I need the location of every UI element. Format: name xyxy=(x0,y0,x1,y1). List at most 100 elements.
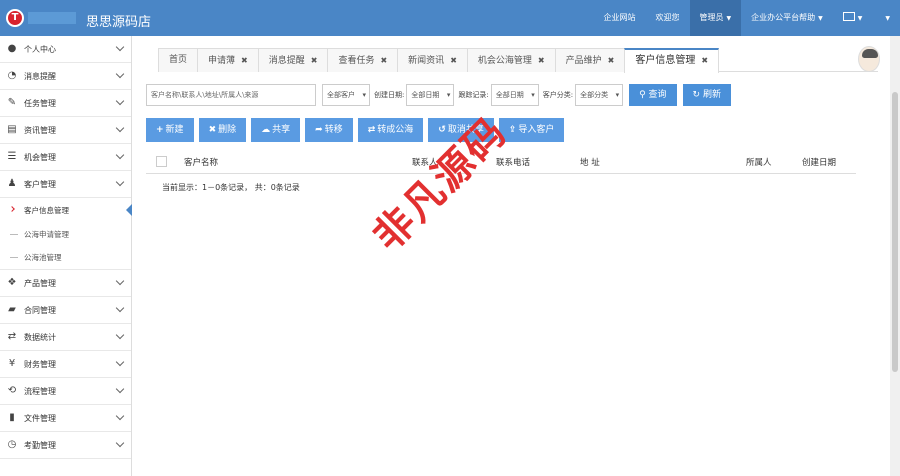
close-icon[interactable]: ✖ xyxy=(450,56,457,65)
user-avatar[interactable] xyxy=(858,46,880,72)
scrollbar-thumb[interactable] xyxy=(892,92,898,372)
box-icon: ❖ xyxy=(7,277,17,288)
close-icon[interactable]: ✖ xyxy=(311,56,318,65)
tab-view-tasks[interactable]: 查看任务 ✖ xyxy=(327,48,399,72)
tab-label: 查看任务 xyxy=(338,56,375,66)
transfer-label: 转移 xyxy=(324,125,343,135)
chevron-down-icon xyxy=(115,438,125,448)
sidebar-item-opportunity[interactable]: ☰ 机会管理 xyxy=(0,144,131,171)
topnav-help-label: 企业办公平台帮助 xyxy=(751,13,816,22)
sidebar-subitem-label: 公海池管理 xyxy=(24,253,62,262)
tab-application[interactable]: 申请薄 ✖ xyxy=(197,48,259,72)
tab-label: 客户信息管理 xyxy=(635,55,696,66)
select-all-checkbox[interactable] xyxy=(156,156,167,167)
tab-customer-info[interactable]: 客户信息管理 ✖ xyxy=(624,48,720,73)
sidebar-subitem-public-apply[interactable]: 公海申请管理 xyxy=(0,222,131,246)
close-icon[interactable]: ✖ xyxy=(380,56,387,65)
to-public-button[interactable]: ⇄ 转成公海 xyxy=(357,118,424,142)
tab-news[interactable]: 新闻资讯 ✖ xyxy=(397,48,468,72)
chevron-down-icon xyxy=(115,276,125,286)
sidebar-item-news[interactable]: ▤ 资讯管理 xyxy=(0,117,131,144)
chevron-down-icon xyxy=(115,42,125,52)
query-button[interactable]: ⚲ 查询 xyxy=(629,84,677,106)
column-customer-name[interactable]: 客户名称 xyxy=(184,156,218,168)
chevron-down-icon xyxy=(115,303,125,313)
plus-icon: + xyxy=(156,125,164,135)
tab-label: 首页 xyxy=(169,55,188,65)
chevron-down-icon xyxy=(115,96,125,106)
transfer-button[interactable]: ➦ 转移 xyxy=(305,118,353,142)
chevron-down-icon xyxy=(115,177,125,187)
create-date-select[interactable]: 全部日期 xyxy=(406,84,455,106)
sidebar-item-customers[interactable]: ♟ 客户管理 xyxy=(0,171,131,198)
chevron-right-icon xyxy=(9,206,15,212)
tab-home[interactable]: 首页 xyxy=(158,48,199,72)
dash-icon xyxy=(10,233,18,235)
sidebar-subitem-public-pool[interactable]: 公海池管理 xyxy=(0,246,131,270)
logo-icon: T xyxy=(6,9,24,27)
close-icon[interactable]: ✖ xyxy=(608,56,615,65)
sidebar-item-personal[interactable]: ● 个人中心 xyxy=(0,36,131,63)
sidebar-item-messages[interactable]: ◔ 消息提醒 xyxy=(0,63,131,90)
close-icon[interactable]: ✖ xyxy=(701,56,708,65)
filter-bar: 客户名称\联系人\地址\所属人\来源 全部客户 创建日期: 全部日期 跟踪记录:… xyxy=(146,84,731,106)
sidebar-item-files[interactable]: ▮ 文件管理 xyxy=(0,405,131,432)
search-input[interactable]: 客户名称\联系人\地址\所属人\来源 xyxy=(146,84,316,106)
users-icon: ♟ xyxy=(7,178,17,189)
tab-bar: 首页 申请薄 ✖ 消息提醒 ✖ 查看任务 ✖ 新闻资讯 ✖ 机会公海管理 ✖ 产品维护 ✖ … xyxy=(158,48,878,73)
tab-label: 消息提醒 xyxy=(268,56,305,66)
top-nav: 企业网站 欢迎您 管理员 ▼ 企业办公平台帮助 ▼ ▼ ▼ xyxy=(594,0,900,36)
chevron-down-icon xyxy=(115,150,125,160)
sidebar-item-label: 资讯管理 xyxy=(24,125,56,135)
delete-button[interactable]: ✖ 删除 xyxy=(198,118,247,142)
close-icon[interactable]: ✖ xyxy=(538,56,545,65)
sidebar-item-stats[interactable]: ⇄ 数据统计 xyxy=(0,324,131,351)
folder-icon: ▰ xyxy=(8,304,16,315)
column-owner[interactable]: 所属人 xyxy=(746,156,772,168)
sidebar-subitem-customer-info[interactable]: 客户信息管理 xyxy=(0,198,132,222)
search-icon: ⚲ xyxy=(639,90,649,100)
top-header: T 思思源码店 企业网站 欢迎您 管理员 ▼ 企业办公平台帮助 ▼ ▼ ▼ xyxy=(0,0,900,36)
upload-icon: ⇪ xyxy=(508,125,517,135)
refresh-label: 刷新 xyxy=(702,90,721,100)
times-icon: ✖ xyxy=(208,125,217,135)
sidebar-item-products[interactable]: ❖ 产品管理 xyxy=(0,270,131,297)
sidebar-subitem-label: 公海申请管理 xyxy=(24,229,69,239)
new-label: 新建 xyxy=(165,125,184,135)
page-scrollbar[interactable] xyxy=(890,36,900,476)
close-icon[interactable]: ✖ xyxy=(241,56,248,65)
new-button[interactable]: + 新建 xyxy=(146,118,194,142)
category-label: 客户分类: xyxy=(542,91,574,99)
tab-opportunity-pool[interactable]: 机会公海管理 ✖ xyxy=(466,48,556,72)
topnav-more[interactable]: ▼ xyxy=(872,0,900,36)
create-date-label: 创建日期: xyxy=(374,91,405,99)
column-created-date[interactable]: 创建日期 xyxy=(802,156,836,168)
category-select[interactable]: 全部分类 xyxy=(575,84,624,106)
sidebar-item-finance[interactable]: ¥ 财务管理 xyxy=(0,351,131,378)
topnav-welcome: 欢迎您 xyxy=(655,13,680,22)
topnav-website[interactable]: 企业网站 xyxy=(594,0,646,36)
share-arrow-icon: ➦ xyxy=(315,125,323,135)
sidebar-item-attendance[interactable]: ◷ 考勤管理 xyxy=(0,432,131,459)
followup-select[interactable]: 全部日期 xyxy=(490,84,539,106)
app-title: 思思源码店 xyxy=(86,15,152,30)
refresh-button[interactable]: ↻ 刷新 xyxy=(682,84,731,106)
share-button[interactable]: ☁ 共享 xyxy=(251,118,301,142)
sidebar-item-tasks[interactable]: ✎ 任务管理 xyxy=(0,90,131,117)
sidebar-item-label: 数据统计 xyxy=(24,332,56,342)
sidebar-subitem-label: 客户信息管理 xyxy=(24,205,69,215)
tab-messages[interactable]: 消息提醒 ✖ xyxy=(257,48,329,72)
bell-icon: ◔ xyxy=(7,70,17,81)
tab-product-maintenance[interactable]: 产品维护 ✖ xyxy=(554,48,626,72)
column-address[interactable]: 地 址 xyxy=(580,156,600,168)
list-icon: ☰ xyxy=(7,151,17,162)
sidebar-item-label: 个人中心 xyxy=(24,44,56,54)
tab-label: 申请薄 xyxy=(208,56,236,66)
topnav-help[interactable]: 企业办公平台帮助 ▼ xyxy=(741,0,833,36)
topnav-admin[interactable]: 管理员 ▼ xyxy=(689,0,742,36)
sidebar-item-label: 文件管理 xyxy=(24,413,56,423)
customer-select[interactable]: 全部客户 xyxy=(322,84,370,106)
sidebar-item-workflow[interactable]: ⟲ 流程管理 xyxy=(0,378,131,405)
sidebar-item-contracts[interactable]: ▰ 合同管理 xyxy=(0,297,131,324)
topnav-mail[interactable]: ▼ xyxy=(833,0,873,36)
